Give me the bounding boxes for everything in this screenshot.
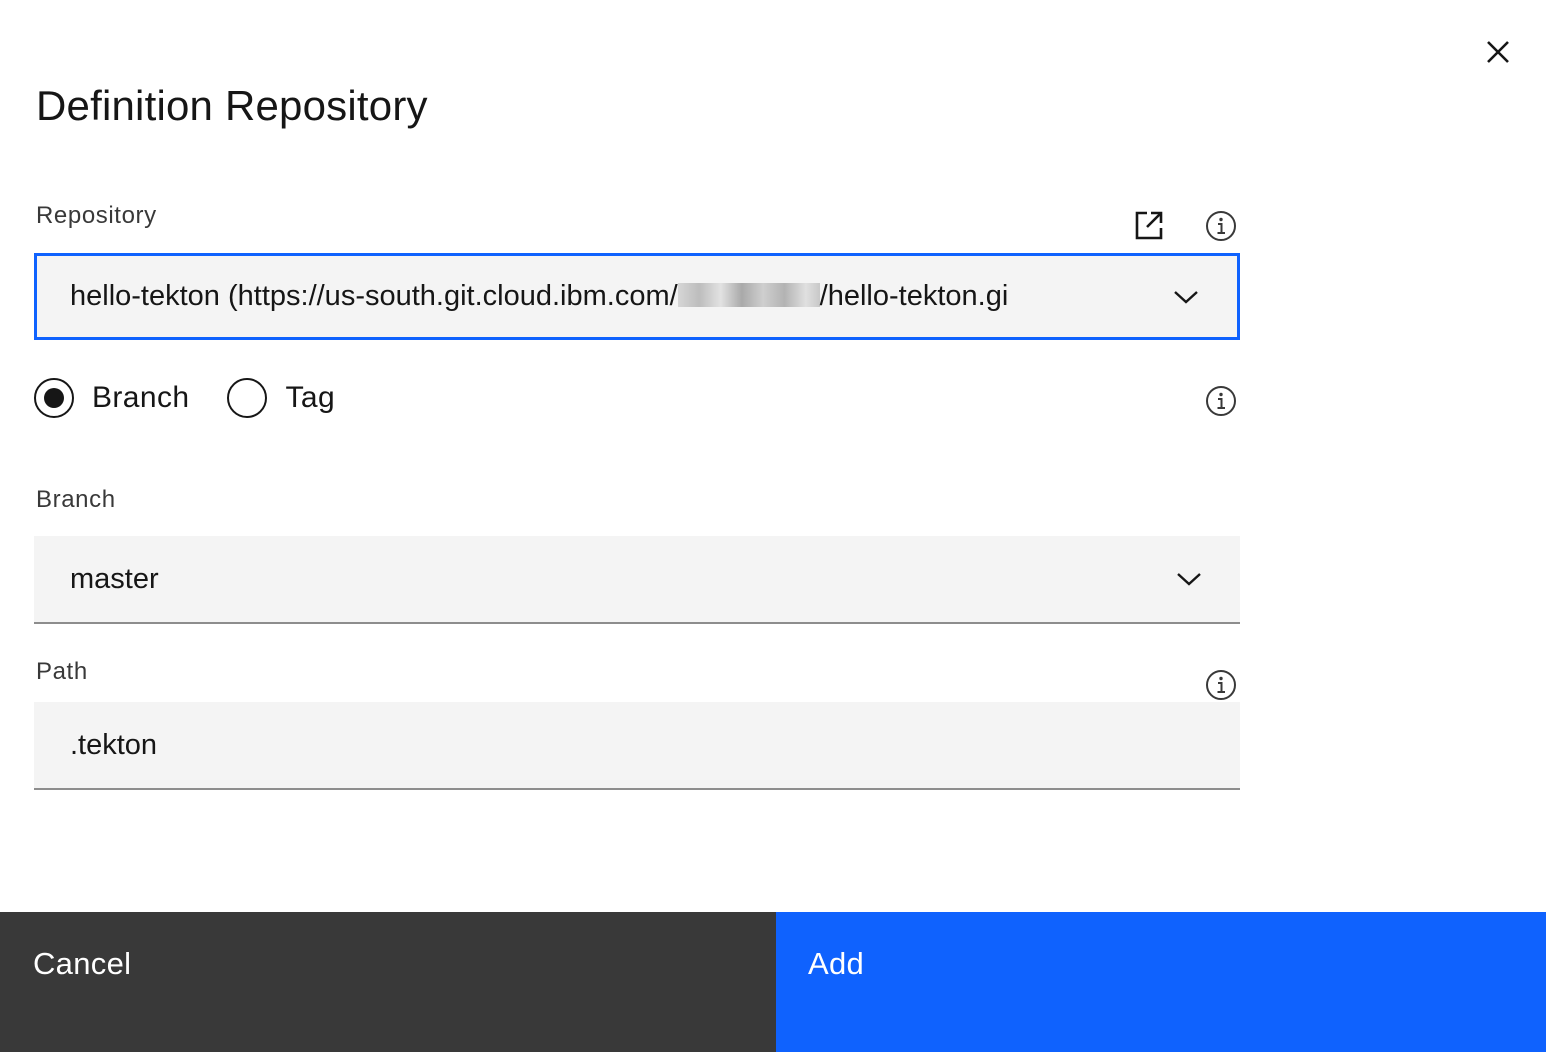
branch-dropdown-toggle[interactable]: [1176, 566, 1202, 592]
cancel-button[interactable]: Cancel: [0, 912, 776, 1052]
repository-info-button[interactable]: [1203, 208, 1239, 244]
repository-dropdown-toggle[interactable]: [1173, 284, 1199, 310]
repository-select-value: hello-tekton (https://us-south.git.cloud…: [70, 280, 1138, 313]
radio-tag-label: Tag: [285, 381, 336, 414]
modal-title: Definition Repository: [36, 82, 428, 129]
modal-footer: Cancel Add: [0, 912, 1546, 1052]
launch-icon: [1135, 211, 1163, 240]
path-input-value: .tekton: [70, 728, 158, 761]
branch-select[interactable]: master: [34, 536, 1240, 624]
repository-url-suffix: /hello-tekton.gi: [819, 280, 1009, 312]
information-icon: [1206, 670, 1236, 700]
chevron-down-icon: [1174, 290, 1198, 304]
ref-type-info-button[interactable]: [1203, 383, 1239, 419]
definition-repository-modal: Definition Repository Repository hello-t…: [0, 0, 1546, 1052]
repository-label: Repository: [36, 202, 157, 229]
path-info-button[interactable]: [1203, 667, 1239, 703]
branch-select-value: master: [70, 562, 159, 595]
path-input[interactable]: .tekton: [34, 702, 1240, 790]
open-repository-link-button[interactable]: [1131, 207, 1167, 243]
path-label: Path: [36, 658, 88, 685]
close-button[interactable]: [1474, 28, 1522, 76]
close-icon: [1487, 41, 1509, 63]
information-icon: [1206, 211, 1236, 241]
repository-url-prefix: hello-tekton (https://us-south.git.cloud…: [70, 280, 678, 312]
radio-branch-circle[interactable]: [34, 378, 74, 418]
radio-selected-dot: [44, 388, 64, 408]
branch-label: Branch: [36, 486, 116, 513]
radio-tag[interactable]: Tag: [227, 378, 335, 418]
ref-type-radio-group: Branch Tag: [34, 378, 373, 418]
radio-branch-label: Branch: [92, 381, 190, 414]
repository-select[interactable]: hello-tekton (https://us-south.git.cloud…: [34, 253, 1240, 340]
chevron-down-icon: [1177, 573, 1201, 586]
radio-tag-circle[interactable]: [227, 378, 268, 418]
radio-branch[interactable]: Branch: [34, 378, 189, 418]
redacted-org-name: [677, 283, 820, 308]
add-button[interactable]: Add: [776, 912, 1546, 1052]
information-icon: [1206, 386, 1236, 416]
